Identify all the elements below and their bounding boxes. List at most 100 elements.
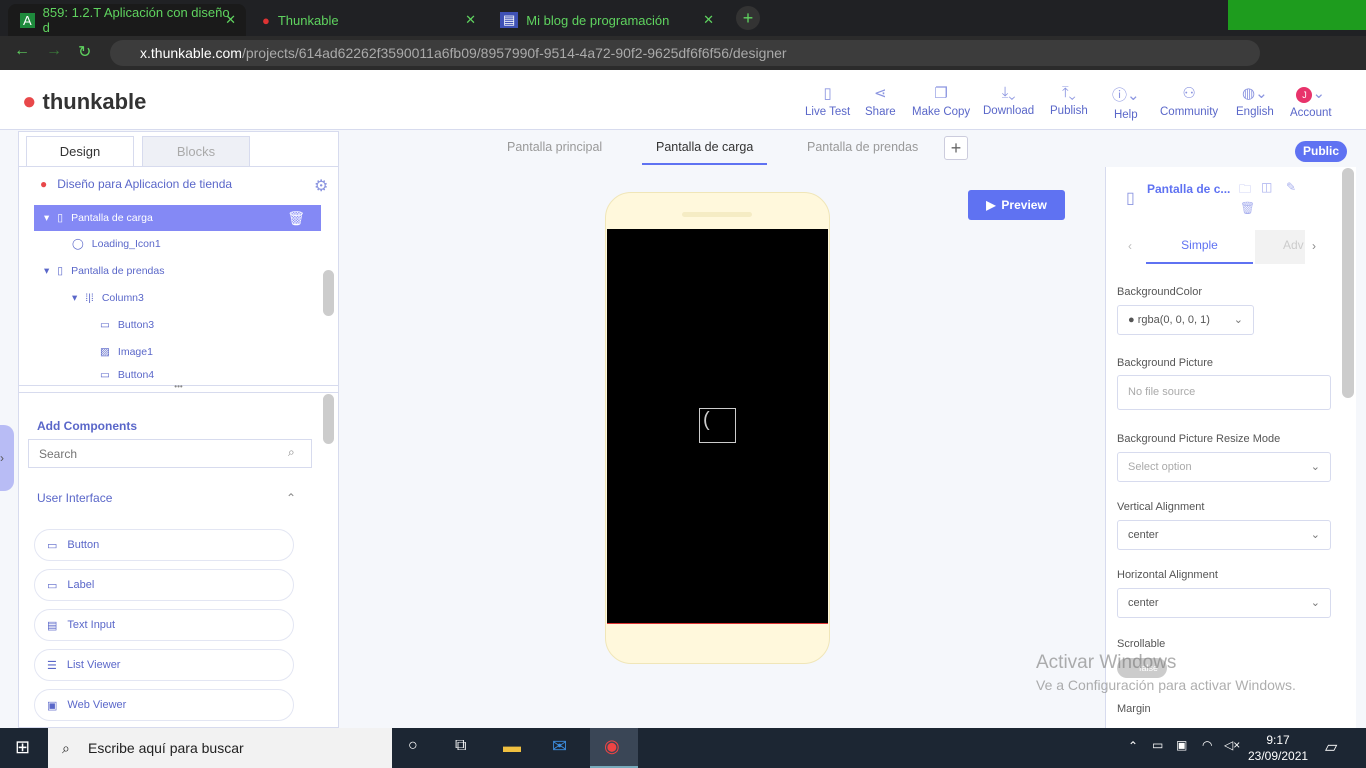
time: 9:17 (1266, 733, 1290, 747)
screen-tab-active[interactable]: Pantalla de carga (642, 140, 768, 165)
tool-label: Help (1113, 109, 1138, 121)
column-icon: ⁞|⁞ (85, 292, 94, 304)
tree-item[interactable]: ▾ ▯ Pantalla de carga 🗑 (34, 205, 321, 231)
tab-design[interactable]: Design (26, 136, 134, 166)
make-copy-button[interactable]: ❐ Make Copy (912, 84, 970, 118)
browser-tab[interactable]: ● Thunkable ✕ (250, 4, 486, 36)
loading-icon-component[interactable]: ( (699, 408, 736, 443)
windows-start-icon[interactable]: ⊞ (15, 737, 30, 758)
component-label: Button (67, 539, 100, 551)
chevron-right-icon[interactable]: › (1312, 239, 1316, 253)
download-button[interactable]: ⤓⌄ Download (983, 84, 1034, 117)
tree-item[interactable]: ▨ Image1 (34, 339, 153, 365)
trash-icon[interactable]: 🗑 (1240, 201, 1255, 215)
tree-label: Loading_Icon1 (91, 238, 161, 250)
tree-scrollbar[interactable] (323, 270, 334, 316)
tray-chevron-icon[interactable]: ⌃ (1128, 739, 1138, 753)
background-color-picker[interactable]: ● rgba(0, 0, 0, 1) ⌄ (1117, 305, 1254, 335)
file-explorer-icon[interactable]: ▬ (503, 736, 521, 757)
chevron-up-icon[interactable]: ⌃ (286, 491, 296, 505)
close-tab-icon[interactable]: ✕ (703, 12, 714, 28)
background-picture-input[interactable]: No file source (1117, 375, 1331, 410)
chrome-taskbar-icon[interactable]: ◉ (590, 728, 638, 768)
component-list-viewer[interactable]: ☰ List Viewer (34, 649, 294, 681)
tool-label: Make Copy (912, 106, 971, 118)
component-label[interactable]: ▭ Label (34, 569, 294, 601)
component-web-viewer[interactable]: ▣ Web Viewer (34, 689, 294, 721)
preview-button[interactable]: ▶ Preview (968, 190, 1065, 220)
help-button[interactable]: ⓘ⌄ Help (1112, 84, 1140, 121)
component-title: Pantalla de c... (1147, 182, 1231, 196)
activation-watermark-sub: Ve a Configuración para activar Windows. (1036, 677, 1296, 693)
component-button[interactable]: ▭ Button (34, 529, 294, 561)
search-input[interactable] (28, 439, 312, 468)
horizontal-alignment-select[interactable]: center ⌄ (1117, 588, 1331, 618)
reload-icon[interactable]: ↻ (78, 42, 91, 62)
trash-icon[interactable]: 🗑 (287, 210, 305, 227)
tree-label: Button3 (117, 319, 155, 331)
component-label: Label (67, 579, 95, 591)
gear-icon[interactable]: ⚙ (314, 176, 328, 196)
clock[interactable]: 9:17 23/09/2021 (1248, 732, 1308, 764)
activation-watermark: Activar Windows (1036, 652, 1177, 673)
public-badge[interactable]: Public (1295, 141, 1347, 162)
taskbar-search[interactable]: ⌕ Escribe aquí para buscar (48, 728, 392, 768)
component-text-input[interactable]: ▤ Text Input (34, 609, 294, 641)
browser-tab[interactable]: A 859: 1.2.T Aplicación con diseño d ✕ (8, 4, 246, 36)
vertical-alignment-select[interactable]: center ⌄ (1117, 520, 1331, 550)
account-button[interactable]: J ⌄ Account (1290, 84, 1332, 119)
tree-item[interactable]: ▭ Button3 (34, 312, 154, 338)
tab-title: Thunkable (277, 12, 339, 28)
tree-item[interactable]: ▾ ⁞|⁞ Column3 (34, 285, 144, 311)
chevron-left-icon[interactable]: ‹ (1128, 239, 1132, 253)
browser-tab[interactable]: ▤ Mi blog de programación ✕ (488, 4, 724, 36)
volume-muted-icon[interactable]: ◁× (1224, 738, 1240, 752)
cortana-icon[interactable]: ○ (408, 737, 418, 755)
properties-scrollbar[interactable] (1342, 168, 1354, 398)
screen-tab[interactable]: Pantalla principal (507, 140, 602, 154)
new-tab-icon[interactable]: + (736, 6, 760, 30)
expand-panel-button[interactable]: › (0, 425, 14, 491)
forward-icon[interactable]: → (46, 42, 62, 60)
phone-screen[interactable]: ( (607, 229, 828, 624)
url-path: /projects/614ad62262f3590011a6fb09/89579… (241, 45, 787, 61)
resize-mode-select[interactable]: Select option ⌄ (1117, 452, 1331, 482)
tree-item[interactable]: ▭ Button4 (34, 366, 154, 384)
tool-label: Live Test (805, 106, 851, 118)
live-test-button[interactable]: ▯ Live Test (805, 84, 850, 118)
layout-icon[interactable]: ◫ (1261, 180, 1272, 194)
screen-icon: ▯ (1126, 190, 1135, 207)
logo[interactable]: ● thunkable (22, 88, 146, 116)
user-interface-section[interactable]: User Interface (37, 491, 112, 505)
resize-handle[interactable]: ••• (18, 383, 339, 393)
search-icon: ⌕ (62, 740, 70, 756)
display-icon[interactable]: ▣ (1176, 738, 1187, 752)
folder-add-icon[interactable]: 🗀 (1239, 180, 1251, 201)
meet-icon[interactable]: ▭ (1152, 738, 1163, 752)
tree-item[interactable]: ◯ Loading_Icon1 (34, 231, 161, 257)
back-icon[interactable]: ← (14, 42, 30, 60)
community-button[interactable]: ⚇ Community (1160, 84, 1218, 118)
wifi-icon[interactable]: ◠ (1202, 738, 1212, 752)
tree-item[interactable]: ▾ ▯ Pantalla de prendas (34, 258, 164, 284)
url-input[interactable]: x.thunkable.com/projects/614ad62262f3590… (110, 40, 1260, 66)
share-button[interactable]: ⋖ Share (865, 84, 896, 118)
task-view-icon[interactable]: ⧉ (455, 737, 466, 755)
add-screen-button[interactable]: + (944, 136, 968, 160)
edit-icon[interactable]: ✎ (1286, 180, 1296, 194)
close-tab-icon[interactable]: ✕ (225, 12, 236, 28)
language-button[interactable]: ◍⌄ English (1236, 84, 1274, 118)
publish-button[interactable]: ⤒⌄ Publish (1050, 84, 1088, 117)
globe-icon: ◍⌄ (1242, 85, 1268, 102)
tab-simple[interactable]: Simple (1146, 230, 1253, 264)
close-tab-icon[interactable]: ✕ (465, 12, 476, 28)
screen-tab[interactable]: Pantalla de prendas (807, 140, 918, 154)
window-controls[interactable] (1228, 0, 1366, 30)
notification-icon[interactable]: ▱ (1325, 737, 1337, 757)
tab-blocks[interactable]: Blocks (142, 136, 250, 166)
chrome-icon: ◉ (604, 736, 620, 756)
prop-label: Background Picture Resize Mode (1117, 433, 1281, 445)
tab-advanced[interactable]: Adv (1255, 230, 1305, 264)
components-scrollbar[interactable] (323, 394, 334, 444)
mail-icon[interactable]: ✉ (552, 736, 567, 757)
